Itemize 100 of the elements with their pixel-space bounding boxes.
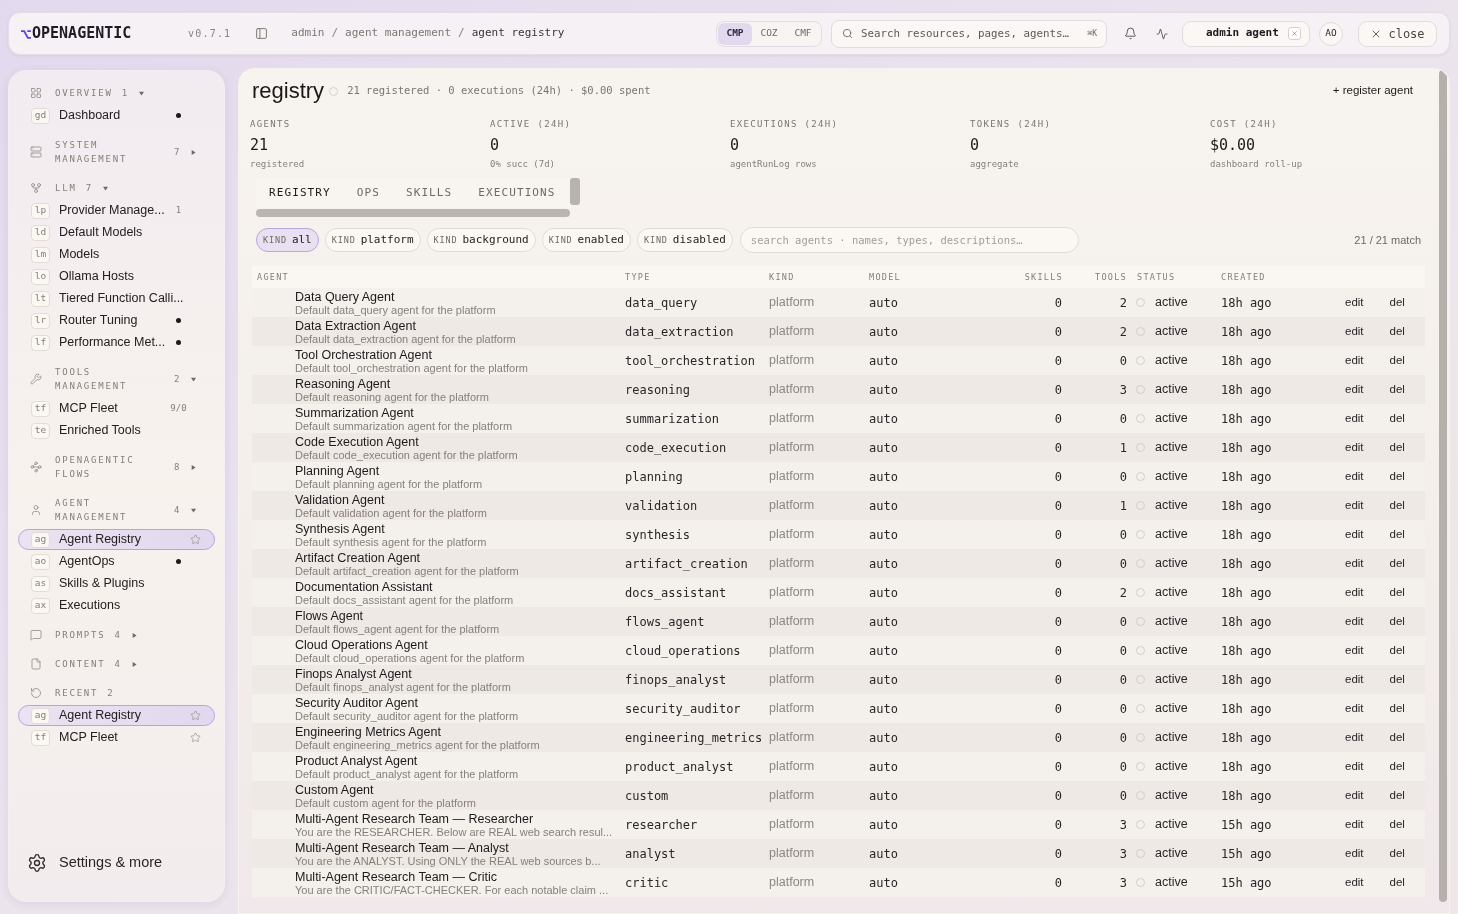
close-button[interactable]: close bbox=[1358, 20, 1437, 47]
edit-button[interactable]: edit bbox=[1345, 322, 1364, 341]
delete-button[interactable]: del bbox=[1389, 467, 1405, 486]
table-row[interactable]: Flows Agent Default flows_agent agent for the platform flows_agent platform auto 0 0 active 18h ago edit del bbox=[252, 607, 1425, 636]
scrollbar[interactable] bbox=[256, 209, 570, 217]
group-label[interactable]: CONTENT bbox=[55, 657, 106, 671]
filter-chip[interactable]: KIND enabled bbox=[541, 228, 631, 252]
edit-button[interactable]: edit bbox=[1345, 873, 1364, 892]
column-header[interactable]: KIND bbox=[769, 270, 795, 284]
caret-right-icon[interactable] bbox=[131, 661, 137, 667]
caret-right-icon[interactable] bbox=[131, 632, 137, 638]
column-header[interactable]: STATUS bbox=[1137, 270, 1176, 284]
close-icon[interactable] bbox=[1287, 27, 1301, 40]
group-label[interactable]: AGENT MANAGEMENT bbox=[55, 496, 165, 524]
column-header[interactable]: SKILLS bbox=[1024, 270, 1063, 284]
delete-button[interactable]: del bbox=[1389, 815, 1405, 834]
table-row[interactable]: Multi-Agent Research Team — Analyst You are the ANALYST. Using ONLY the REAL web sources b... analyst platform auto 0 3 active 15h ago edit del bbox=[252, 839, 1425, 868]
sidebar-item[interactable]: lr Router Tuning bbox=[18, 310, 215, 331]
sidebar-item[interactable]: tf MCP Fleet bbox=[18, 727, 215, 748]
delete-button[interactable]: del bbox=[1389, 322, 1405, 341]
table-row[interactable]: Custom Agent Default custom agent for the platform custom platform auto 0 0 active 18h ago edit del bbox=[252, 781, 1425, 810]
table-row[interactable]: Product Analyst Agent Default product_analyst agent for the platform product_analyst platform auto 0 0 active 18h ago edit del bbox=[252, 752, 1425, 781]
table-row[interactable]: Finops Analyst Agent Default finops_analyst agent for the platform finops_analyst platform auto 0 0 active 18h ago edit del bbox=[252, 665, 1425, 694]
star-icon[interactable] bbox=[190, 534, 201, 545]
edit-button[interactable]: edit bbox=[1345, 641, 1364, 660]
density-option[interactable]: COZ bbox=[752, 22, 786, 45]
notifications-icon[interactable] bbox=[1123, 26, 1137, 41]
edit-button[interactable]: edit bbox=[1345, 757, 1364, 776]
sidebar-item[interactable]: ld Default Models bbox=[18, 222, 215, 243]
sidebar-item[interactable]: ao AgentOps bbox=[18, 551, 215, 572]
delete-button[interactable]: del bbox=[1389, 670, 1405, 689]
delete-button[interactable]: del bbox=[1389, 409, 1405, 428]
table-row[interactable]: Multi-Agent Research Team — Critic You are the CRITIC/FACT-CHECKER. For each notable claim ... critic platform auto 0 3 active 15h ago edit del bbox=[252, 868, 1425, 897]
delete-button[interactable]: del bbox=[1389, 496, 1405, 515]
delete-button[interactable]: del bbox=[1389, 351, 1405, 370]
sidebar-item[interactable]: gd Dashboard bbox=[18, 105, 215, 126]
density-option[interactable]: CMF bbox=[786, 22, 820, 45]
sidebar-item[interactable]: ag Agent Registry bbox=[18, 529, 215, 550]
edit-button[interactable]: edit bbox=[1345, 670, 1364, 689]
filter-chip[interactable]: KIND background bbox=[426, 228, 536, 252]
table-row[interactable]: Artifact Creation Agent Default artifact_creation agent for the platform artifact_creation platform auto 0 0 active 18h ago edit del bbox=[252, 549, 1425, 578]
edit-button[interactable]: edit bbox=[1345, 380, 1364, 399]
sidebar-item[interactable]: lo Ollama Hosts bbox=[18, 266, 215, 287]
table-row[interactable]: Validation Agent Default validation agent for the platform validation platform auto 0 1 active 18h ago edit del bbox=[252, 491, 1425, 520]
edit-button[interactable]: edit bbox=[1345, 844, 1364, 863]
column-header[interactable]: TOOLS bbox=[1095, 270, 1127, 284]
delete-button[interactable]: del bbox=[1389, 728, 1405, 747]
search-field[interactable]: search agents · names, types, descriptions… bbox=[739, 227, 1079, 253]
column-header[interactable]: CREATED bbox=[1221, 270, 1266, 284]
caret-down-icon[interactable] bbox=[139, 90, 145, 96]
delete-button[interactable]: del bbox=[1389, 786, 1405, 805]
filter-chip[interactable]: KIND all bbox=[256, 228, 319, 252]
caret-down-icon[interactable] bbox=[191, 376, 197, 382]
delete-button[interactable]: del bbox=[1389, 380, 1405, 399]
delete-button[interactable]: del bbox=[1389, 612, 1405, 631]
column-header[interactable]: AGENT bbox=[257, 270, 289, 284]
tab[interactable]: EXECUTIONS bbox=[465, 178, 569, 208]
delete-button[interactable]: del bbox=[1389, 583, 1405, 602]
group-label[interactable]: PROMPTS bbox=[55, 628, 106, 642]
settings-button[interactable]: Settings & more bbox=[18, 851, 215, 875]
register-agent-button[interactable]: + register agent bbox=[1331, 80, 1414, 102]
edit-button[interactable]: edit bbox=[1345, 351, 1364, 370]
delete-button[interactable]: del bbox=[1389, 699, 1405, 718]
tab[interactable]: REGISTRY bbox=[256, 178, 344, 208]
table-row[interactable]: Cloud Operations Agent Default cloud_operations agent for the platform cloud_operations platform auto 0 0 active 18h ago edit del bbox=[252, 636, 1425, 665]
caret-down-icon[interactable] bbox=[103, 185, 109, 191]
group-label[interactable]: OPENAGENTIC FLOWS bbox=[55, 453, 165, 481]
breadcrumb-link[interactable]: agent management bbox=[345, 25, 452, 42]
sidebar-item[interactable]: tf MCP Fleet 9/0 bbox=[18, 398, 215, 419]
table-row[interactable]: Reasoning Agent Default reasoning agent for the platform reasoning platform auto 0 3 active 18h ago edit del bbox=[252, 375, 1425, 404]
filter-chip[interactable]: KIND disabled bbox=[636, 228, 733, 252]
column-header[interactable]: TYPE bbox=[625, 270, 651, 284]
edit-button[interactable]: edit bbox=[1345, 728, 1364, 747]
edit-button[interactable]: edit bbox=[1345, 583, 1364, 602]
density-option[interactable]: CMP bbox=[718, 22, 752, 45]
filter-chip[interactable]: KIND platform bbox=[324, 228, 421, 252]
caret-right-icon[interactable] bbox=[191, 149, 197, 155]
table-row[interactable]: Code Execution Agent Default code_execution agent for the platform code_execution platform auto 0 1 active 18h ago edit del bbox=[252, 433, 1425, 462]
edit-button[interactable]: edit bbox=[1345, 496, 1364, 515]
group-label[interactable]: SYSTEM MANAGEMENT bbox=[55, 138, 165, 166]
sidebar-item[interactable]: lt Tiered Function Calli... bbox=[18, 288, 215, 309]
group-label[interactable]: LLM bbox=[55, 181, 77, 195]
delete-button[interactable]: del bbox=[1389, 757, 1405, 776]
edit-button[interactable]: edit bbox=[1345, 467, 1364, 486]
delete-button[interactable]: del bbox=[1389, 873, 1405, 892]
sidebar-item[interactable]: te Enriched Tools bbox=[18, 420, 215, 441]
delete-button[interactable]: del bbox=[1389, 844, 1405, 863]
edit-button[interactable]: edit bbox=[1345, 786, 1364, 805]
delete-button[interactable]: del bbox=[1389, 554, 1405, 573]
user-avatar[interactable]: AO bbox=[1319, 21, 1343, 46]
caret-right-icon[interactable] bbox=[191, 464, 197, 470]
star-icon[interactable] bbox=[190, 710, 201, 721]
table-row[interactable]: Data Extraction Agent Default data_extraction agent for the platform data_extraction platform auto 0 2 active 18h ago edit del bbox=[252, 317, 1425, 346]
table-row[interactable]: Security Auditor Agent Default security_auditor agent for the platform security_auditor platform auto 0 0 active 18h ago edit del bbox=[252, 694, 1425, 723]
group-label[interactable]: TOOLS MANAGEMENT bbox=[55, 365, 165, 393]
sidebar-item[interactable]: lp Provider Manage... 1 bbox=[18, 200, 215, 221]
table-row[interactable]: Engineering Metrics Agent Default engineering_metrics agent for the platform engineering_metrics platform auto 0 0 active 18h ago edit del bbox=[252, 723, 1425, 752]
tab[interactable]: OPS bbox=[343, 178, 393, 208]
sidebar-item[interactable]: ax Executions bbox=[18, 595, 215, 616]
edit-button[interactable]: edit bbox=[1345, 525, 1364, 544]
